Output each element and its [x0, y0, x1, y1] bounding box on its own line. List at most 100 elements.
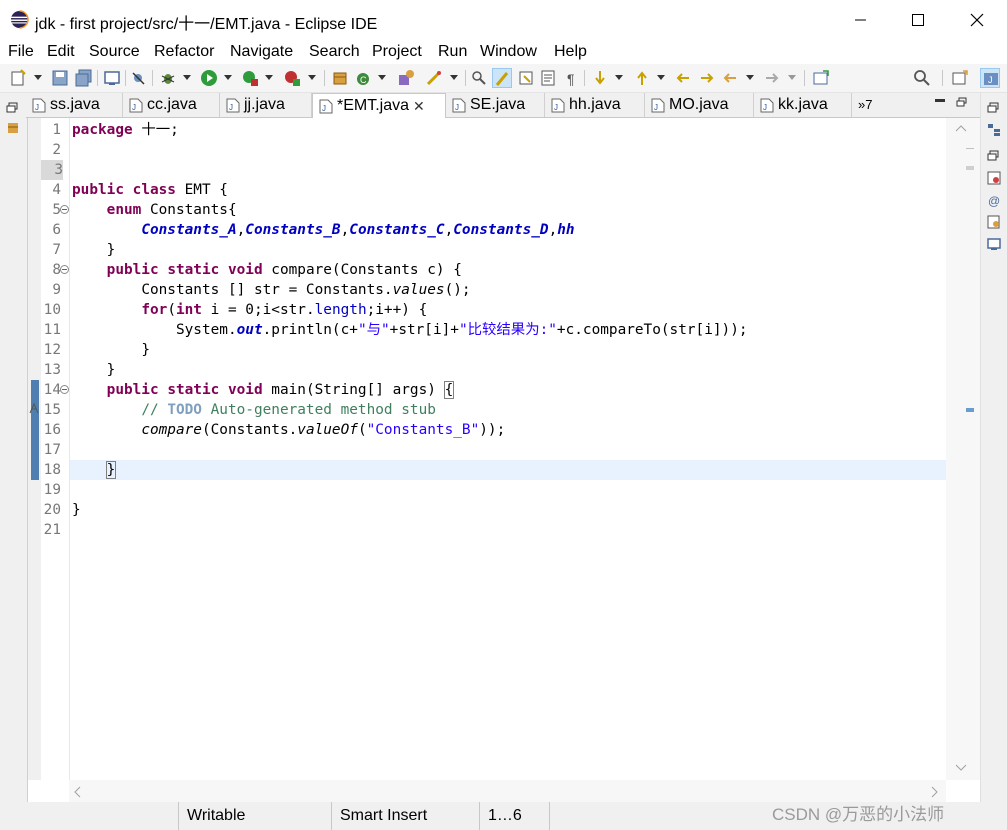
menu-navigate[interactable]: Navigate — [230, 43, 293, 61]
tab-kk-java[interactable]: J kk.java — [754, 93, 852, 117]
vertical-overview-ruler[interactable] — [946, 118, 980, 780]
toolbar-separator — [152, 70, 153, 86]
status-cursor-position[interactable]: 1…6 — [479, 802, 550, 830]
restore-view-icon[interactable] — [987, 101, 1001, 115]
previous-annotation-dropdown-arrow[interactable] — [657, 75, 665, 80]
minimize-editor-icon[interactable] — [935, 99, 945, 102]
next-edit-location-icon[interactable] — [697, 68, 717, 88]
close-window-button[interactable] — [962, 8, 992, 32]
javadoc-icon[interactable]: @ — [987, 193, 1001, 208]
maximize-editor-icon[interactable] — [956, 96, 968, 108]
java-perspective-icon[interactable]: J — [980, 68, 1000, 88]
tab-emt-java[interactable]: J *EMT.java ✕ — [312, 93, 446, 118]
new-java-package-icon[interactable] — [330, 68, 350, 88]
tab-se-java[interactable]: J SE.java — [446, 93, 545, 117]
watermark-text: CSDN @万恶的小法师 — [772, 805, 945, 824]
menu-edit[interactable]: Edit — [47, 43, 75, 61]
block-selection-icon[interactable] — [516, 68, 536, 88]
save-icon[interactable] — [50, 68, 70, 88]
forward-icon[interactable] — [762, 68, 782, 88]
tab-hh-java[interactable]: J hh.java — [545, 93, 645, 117]
console-view-icon[interactable] — [987, 237, 1001, 251]
code-editor[interactable]: 1 2 3 4 5 6 7 8 9 10 11 12 13 14 15 16 1… — [27, 118, 980, 802]
scroll-left-arrow[interactable] — [73, 786, 81, 798]
next-annotation-dropdown-arrow[interactable] — [615, 75, 623, 80]
fold-collapse-icon[interactable] — [60, 265, 69, 274]
code-line-11: System.out.println(c+"与"+str[i]+"比较结果为:"… — [72, 320, 949, 340]
coverage-icon[interactable] — [240, 68, 260, 88]
task-dropdown-arrow[interactable] — [450, 75, 458, 80]
toggle-breadcrumb-icon[interactable] — [469, 68, 489, 88]
line-number: 20 — [43, 502, 61, 518]
menu-run[interactable]: Run — [438, 43, 467, 61]
open-perspective-icon[interactable] — [950, 68, 970, 88]
fold-collapse-icon[interactable] — [60, 205, 69, 214]
new-file-icon[interactable] — [9, 68, 29, 88]
scroll-right-arrow[interactable] — [931, 786, 939, 798]
skip-breakpoints-icon[interactable] — [129, 68, 149, 88]
back-dropdown-arrow[interactable] — [746, 75, 754, 80]
forward-dropdown-arrow[interactable] — [788, 75, 796, 80]
tab-jj-java[interactable]: J jj.java — [220, 93, 312, 117]
new-class-dropdown-arrow[interactable] — [378, 75, 386, 80]
fold-collapse-icon[interactable] — [60, 385, 69, 394]
code-text: +c.compareTo(str[i])); — [556, 322, 748, 338]
external-tools-dropdown-arrow[interactable] — [308, 75, 316, 80]
enum-constant: Constants_B — [245, 222, 341, 238]
back-icon[interactable] — [720, 68, 740, 88]
package-explorer-icon[interactable] — [6, 121, 20, 135]
word-wrap-icon[interactable] — [538, 68, 558, 88]
tab-ss-java[interactable]: J ss.java — [26, 93, 123, 117]
problems-icon[interactable] — [987, 171, 1001, 185]
tab-overflow-button[interactable]: »7 — [858, 97, 872, 112]
previous-annotation-icon[interactable] — [632, 68, 652, 88]
last-edit-location-icon[interactable] — [673, 68, 693, 88]
close-tab-icon[interactable]: ✕ — [413, 98, 425, 115]
overview-marker[interactable] — [966, 166, 974, 170]
menu-source[interactable]: Source — [89, 43, 140, 61]
new-dropdown-arrow[interactable] — [34, 75, 42, 80]
overview-marker[interactable] — [966, 148, 974, 149]
svg-text:J: J — [763, 103, 767, 112]
mark-occurrences-icon[interactable] — [492, 68, 512, 88]
scroll-up-arrow[interactable] — [955, 124, 967, 132]
restore-view-icon[interactable] — [987, 149, 1001, 163]
tab-mo-java[interactable]: J MO.java — [645, 93, 754, 117]
code-text: +str[i]+ — [389, 322, 459, 338]
coverage-dropdown-arrow[interactable] — [265, 75, 273, 80]
external-tools-icon[interactable] — [282, 68, 302, 88]
tab-cc-java[interactable]: J cc.java — [123, 93, 220, 117]
new-java-class-icon[interactable]: C — [354, 68, 374, 88]
run-dropdown-arrow[interactable] — [224, 75, 232, 80]
task-overview-marker[interactable] — [966, 408, 974, 412]
declaration-icon[interactable] — [987, 215, 1001, 229]
pin-editor-icon[interactable] — [811, 68, 831, 88]
menu-refactor[interactable]: Refactor — [154, 43, 214, 61]
open-type-icon[interactable] — [396, 68, 416, 88]
code-text-area[interactable]: package 十一; public class EMT { enum Cons… — [69, 118, 949, 780]
horizontal-scrollbar[interactable] — [69, 780, 946, 802]
menu-window[interactable]: Window — [480, 43, 537, 61]
debug-dropdown-arrow[interactable] — [183, 75, 191, 80]
code-line-7: } — [72, 240, 949, 260]
next-annotation-icon[interactable] — [590, 68, 610, 88]
code-text: } — [106, 242, 116, 258]
restore-view-icon[interactable] — [6, 101, 20, 115]
run-icon[interactable] — [199, 68, 219, 88]
menu-help[interactable]: Help — [554, 43, 587, 61]
debug-icon[interactable] — [158, 68, 178, 88]
show-whitespace-icon[interactable]: ¶ — [562, 68, 582, 88]
minimize-button[interactable] — [846, 8, 876, 32]
open-task-icon[interactable] — [424, 68, 444, 88]
menu-search[interactable]: Search — [309, 43, 360, 61]
outline-icon[interactable] — [987, 123, 1001, 137]
save-all-icon[interactable] — [74, 68, 94, 88]
search-icon[interactable] — [912, 68, 932, 88]
scroll-down-arrow[interactable] — [955, 764, 967, 772]
console-icon[interactable] — [102, 68, 122, 88]
menu-file[interactable]: File — [8, 43, 34, 61]
maximize-button[interactable] — [903, 8, 933, 32]
tab-label: kk.java — [778, 96, 828, 113]
menu-project[interactable]: Project — [372, 43, 422, 61]
status-insert-mode[interactable]: Smart Insert — [331, 802, 480, 830]
